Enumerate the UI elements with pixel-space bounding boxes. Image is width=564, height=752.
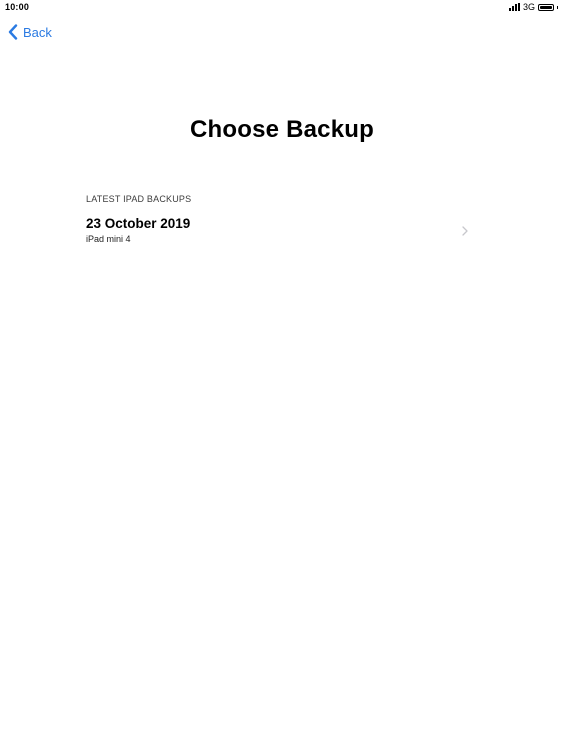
- section-header: LATEST IPAD BACKUPS: [86, 194, 192, 204]
- signal-bars-icon: [508, 3, 520, 11]
- battery-cap: [557, 5, 558, 9]
- backup-device: iPad mini 4: [86, 234, 131, 244]
- page-title: Choose Backup: [190, 116, 374, 143]
- back-label: Back: [23, 24, 52, 40]
- status-bar: 10:00 3G: [0, 0, 564, 14]
- status-time: 10:00: [5, 2, 30, 12]
- status-indicators: 3G: [508, 1, 558, 12]
- back-button[interactable]: Back: [8, 24, 52, 40]
- backup-date: 23 October 2019: [86, 216, 191, 231]
- battery-icon: [538, 3, 554, 11]
- choose-backup-screen: 10:00 3G Back Choose Backup LATEST IPAD …: [0, 0, 564, 752]
- chevron-left-icon: [8, 24, 18, 40]
- backup-list-item[interactable]: 23 October 2019 iPad mini 4: [86, 214, 472, 248]
- chevron-right-icon: [462, 226, 468, 236]
- network-type: 3G: [522, 1, 535, 12]
